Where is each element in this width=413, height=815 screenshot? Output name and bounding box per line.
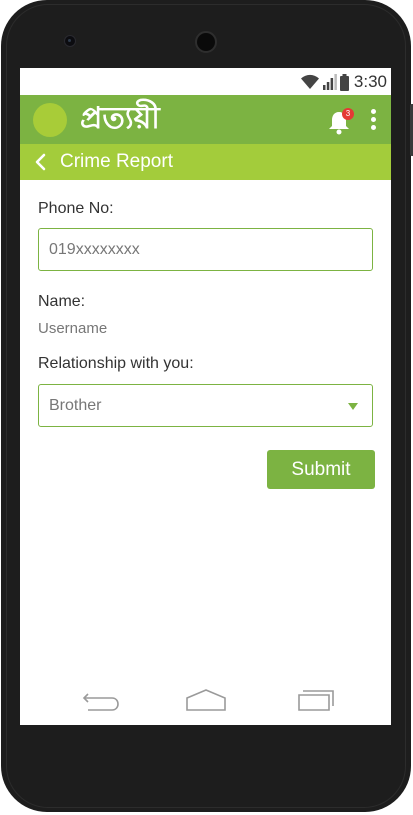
sub-header: Crime Report [20, 144, 391, 180]
front-sensor [64, 35, 76, 47]
app-logo: প্রত্যয়ী [80, 101, 160, 136]
relationship-select[interactable]: Brother [38, 384, 373, 427]
phone-frame: 3:30 প্রত্যয়ী 3 Crime Report Phone No: … [1, 0, 413, 812]
more-options-icon[interactable] [363, 109, 383, 135]
back-icon[interactable] [80, 688, 120, 712]
status-time: 3:30 [353, 72, 387, 91]
name-value: Username [38, 320, 108, 337]
status-bar: 3:30 [20, 68, 391, 95]
home-icon[interactable] [185, 688, 227, 712]
screen: 3:30 প্রত্যয়ী 3 Crime Report Phone No: … [20, 68, 391, 725]
dropdown-arrow-icon [348, 403, 358, 410]
recent-apps-icon[interactable] [295, 688, 335, 712]
back-chevron-icon[interactable] [34, 152, 48, 172]
signal-icon [322, 74, 337, 90]
phone-field[interactable]: 019xxxxxxxx [38, 228, 373, 271]
front-camera [195, 31, 217, 53]
page-title: Crime Report [60, 151, 173, 172]
wifi-icon [300, 74, 319, 89]
name-label: Name: [38, 293, 86, 310]
app-bar: প্রত্যয়ী 3 [20, 95, 391, 144]
phone-value: 019xxxxxxxx [49, 241, 140, 258]
submit-button[interactable]: Submit [267, 450, 375, 489]
relationship-value: Brother [49, 397, 102, 414]
phone-label: Phone No: [38, 200, 114, 217]
avatar[interactable] [33, 103, 67, 137]
relationship-label: Relationship with you: [38, 355, 194, 372]
navigation-bar [20, 678, 391, 725]
battery-icon [339, 73, 349, 91]
notification-badge: 3 [342, 108, 354, 120]
